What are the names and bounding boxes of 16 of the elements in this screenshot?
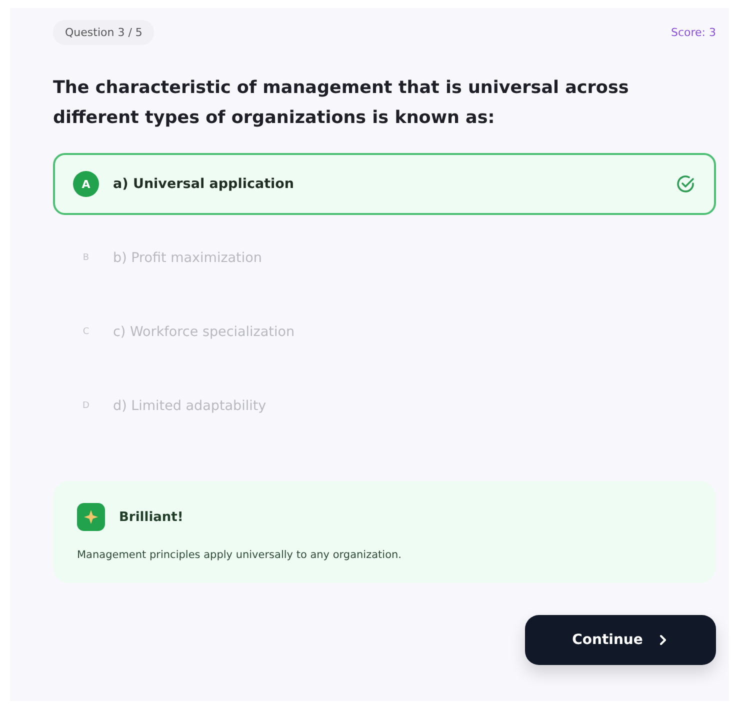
answer-option[interactable]: D d) Limited adaptability — [53, 375, 716, 437]
option-letter: A — [73, 171, 99, 197]
score-label: Score: 3 — [670, 26, 716, 39]
option-letter: D — [82, 400, 90, 413]
question-text: The characteristic of management that is universal across different types of organizations is known as: — [53, 77, 630, 130]
continue-button[interactable]: Continue — [525, 615, 716, 665]
option-letter: C — [82, 326, 90, 339]
check-circle-icon — [676, 174, 696, 194]
question-counter: Question 3 / 5 — [53, 20, 154, 45]
sparkle-icon — [77, 503, 105, 531]
answer-option[interactable]: C c) Workforce specialization — [53, 301, 716, 363]
option-letter: B — [82, 252, 90, 265]
feedback-title: Brilliant! — [119, 510, 184, 524]
answer-option[interactable]: A a) Universal application — [53, 153, 716, 215]
feedback-text: Management principles apply universally to any organization. — [77, 549, 402, 561]
answer-option[interactable]: B b) Profit maximization — [53, 227, 716, 289]
